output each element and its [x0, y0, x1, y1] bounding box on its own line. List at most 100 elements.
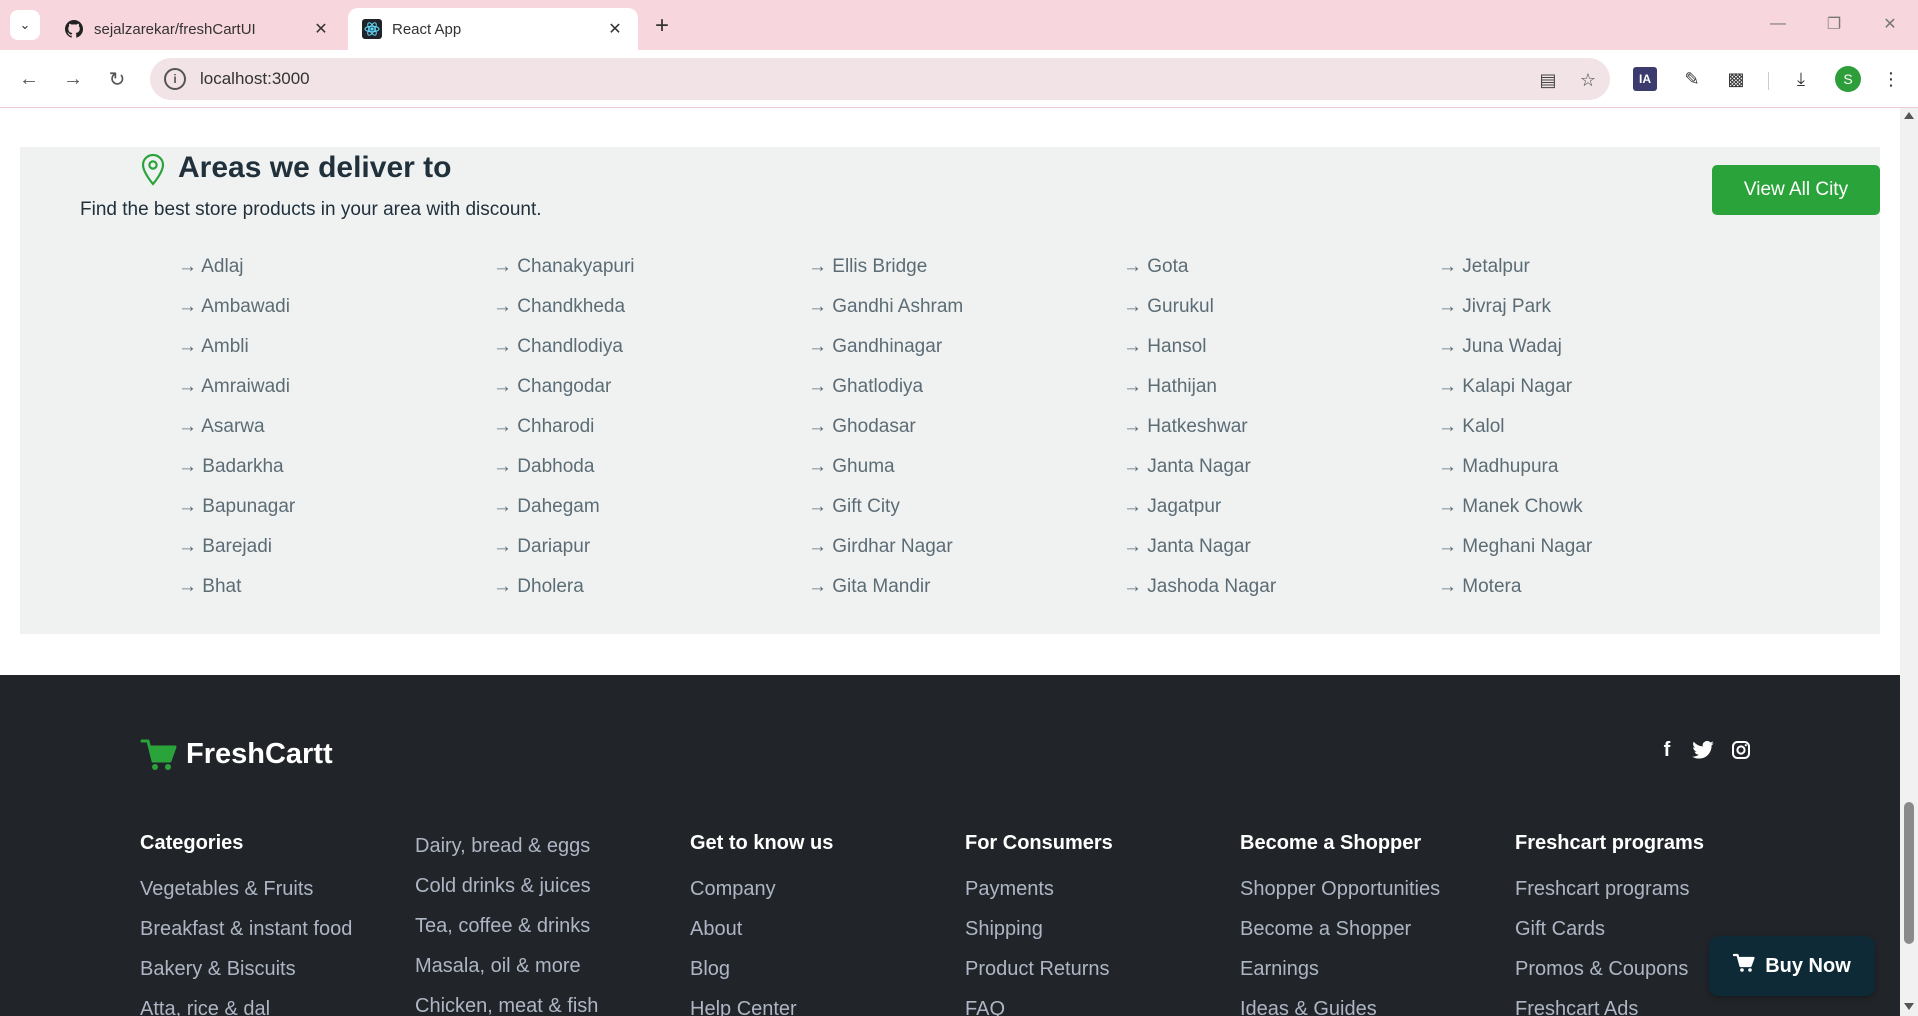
- forward-icon[interactable]: →: [58, 64, 88, 94]
- address-bar[interactable]: i localhost:3000 ▤ ☆: [150, 58, 1610, 100]
- footer-link[interactable]: Shopper Opportunities: [1240, 878, 1500, 918]
- footer-link[interactable]: Cold drinks & juices: [415, 875, 675, 915]
- city-link[interactable]: → Chandkheda: [493, 296, 808, 336]
- city-link[interactable]: → Gandhi Ashram: [808, 296, 1123, 336]
- footer-link[interactable]: Blog: [690, 958, 950, 998]
- instagram-icon[interactable]: [1728, 737, 1754, 763]
- footer-link[interactable]: FAQ: [965, 998, 1225, 1016]
- city-link[interactable]: → Badarkha: [178, 456, 493, 496]
- city-link[interactable]: → Ambawadi: [178, 296, 493, 336]
- city-link[interactable]: → Ambli: [178, 336, 493, 376]
- footer-link[interactable]: Bakery & Biscuits: [140, 958, 400, 998]
- city-link[interactable]: → Dabhoda: [493, 456, 808, 496]
- city-link[interactable]: → Ghatlodiya: [808, 376, 1123, 416]
- ia-extension-icon[interactable]: IA: [1633, 67, 1657, 91]
- city-link[interactable]: → Ellis Bridge: [808, 256, 1123, 296]
- city-link[interactable]: → Kalapi Nagar: [1438, 376, 1753, 416]
- city-link[interactable]: → Ghodasar: [808, 416, 1123, 456]
- scrollbar-thumb[interactable]: [1904, 802, 1914, 944]
- window-close-icon[interactable]: ✕: [1870, 8, 1910, 40]
- footer-link[interactable]: Freshcart Ads: [1515, 998, 1775, 1016]
- city-link[interactable]: → Gurukul: [1123, 296, 1438, 336]
- scroll-down-icon[interactable]: [1904, 1003, 1914, 1010]
- close-icon[interactable]: ✕: [310, 18, 332, 40]
- footer-link[interactable]: Chicken, meat & fish: [415, 995, 675, 1016]
- city-link[interactable]: → Dahegam: [493, 496, 808, 536]
- footer-brand[interactable]: FreshCartt: [140, 735, 333, 773]
- city-link[interactable]: → Hansol: [1123, 336, 1438, 376]
- city-link[interactable]: → Dariapur: [493, 536, 808, 576]
- footer-link[interactable]: Payments: [965, 878, 1225, 918]
- tab-react-app[interactable]: React App ✕: [348, 8, 638, 50]
- city-link[interactable]: → Chanakyapuri: [493, 256, 808, 296]
- footer-link[interactable]: Masala, oil & more: [415, 955, 675, 995]
- city-link[interactable]: → Bapunagar: [178, 496, 493, 536]
- city-link[interactable]: → Jashoda Nagar: [1123, 576, 1438, 616]
- city-link[interactable]: → Gita Mandir: [808, 576, 1123, 616]
- city-link[interactable]: → Barejadi: [178, 536, 493, 576]
- city-link[interactable]: → Jetalpur: [1438, 256, 1753, 296]
- tab-github[interactable]: sejalzarekar/freshCartUI ✕: [50, 8, 344, 50]
- city-link[interactable]: → Hatkeshwar: [1123, 416, 1438, 456]
- city-link[interactable]: → Bhat: [178, 576, 493, 616]
- site-info-icon[interactable]: i: [164, 68, 186, 90]
- footer-link[interactable]: Vegetables & Fruits: [140, 878, 400, 918]
- city-link[interactable]: → Manek Chowk: [1438, 496, 1753, 536]
- footer-link[interactable]: Atta, rice & dal: [140, 998, 400, 1016]
- install-app-icon[interactable]: ▤: [1536, 68, 1560, 92]
- reload-icon[interactable]: ↻: [102, 64, 132, 94]
- city-link[interactable]: → Dholera: [493, 576, 808, 616]
- back-icon[interactable]: ←: [14, 64, 44, 94]
- city-link[interactable]: → Ghuma: [808, 456, 1123, 496]
- city-link[interactable]: → Adlaj: [178, 256, 493, 296]
- minimize-icon[interactable]: —: [1758, 8, 1798, 40]
- eyedropper-icon[interactable]: ✎: [1677, 64, 1707, 94]
- city-link[interactable]: → Changodar: [493, 376, 808, 416]
- bookmark-star-icon[interactable]: ☆: [1576, 68, 1600, 92]
- city-link[interactable]: → Amraiwadi: [178, 376, 493, 416]
- city-link[interactable]: → Madhupura: [1438, 456, 1753, 496]
- city-link[interactable]: → Janta Nagar: [1123, 536, 1438, 576]
- city-link[interactable]: → Juna Wadaj: [1438, 336, 1753, 376]
- city-link[interactable]: → Chandlodiya: [493, 336, 808, 376]
- city-link[interactable]: → Hathijan: [1123, 376, 1438, 416]
- facebook-icon[interactable]: f: [1654, 737, 1680, 763]
- footer-link[interactable]: Breakfast & instant food: [140, 918, 400, 958]
- profile-avatar[interactable]: S: [1835, 66, 1861, 92]
- footer-link[interactable]: Ideas & Guides: [1240, 998, 1500, 1016]
- page-scrollbar[interactable]: [1900, 108, 1918, 1016]
- city-link[interactable]: → Girdhar Nagar: [808, 536, 1123, 576]
- chrome-menu-icon[interactable]: ⋮: [1876, 64, 1906, 94]
- new-tab-icon[interactable]: +: [648, 12, 676, 40]
- twitter-icon[interactable]: [1690, 737, 1716, 763]
- footer-link[interactable]: Dairy, bread & eggs: [415, 835, 675, 875]
- city-link[interactable]: → Kalol: [1438, 416, 1753, 456]
- footer-link[interactable]: Help Center: [690, 998, 950, 1016]
- buy-now-button[interactable]: Buy Now: [1709, 936, 1875, 996]
- city-link[interactable]: → Janta Nagar: [1123, 456, 1438, 496]
- city-link[interactable]: → Asarwa: [178, 416, 493, 456]
- extensions-puzzle-icon[interactable]: ▩: [1721, 64, 1751, 94]
- close-icon[interactable]: ✕: [604, 18, 626, 40]
- footer-link[interactable]: Freshcart programs: [1515, 878, 1775, 918]
- city-link[interactable]: → Jivraj Park: [1438, 296, 1753, 336]
- footer-link[interactable]: Shipping: [965, 918, 1225, 958]
- footer-link[interactable]: Tea, coffee & drinks: [415, 915, 675, 955]
- city-link[interactable]: → Gandhinagar: [808, 336, 1123, 376]
- footer-link[interactable]: Company: [690, 878, 950, 918]
- scroll-up-icon[interactable]: [1904, 112, 1914, 119]
- city-link[interactable]: → Meghani Nagar: [1438, 536, 1753, 576]
- view-all-city-button[interactable]: View All City: [1712, 165, 1880, 215]
- footer-link[interactable]: About: [690, 918, 950, 958]
- footer-link[interactable]: Product Returns: [965, 958, 1225, 998]
- city-link[interactable]: → Motera: [1438, 576, 1753, 616]
- restore-icon[interactable]: ❐: [1814, 8, 1854, 40]
- footer-link[interactable]: Become a Shopper: [1240, 918, 1500, 958]
- city-link[interactable]: → Gota: [1123, 256, 1438, 296]
- city-link[interactable]: → Jagatpur: [1123, 496, 1438, 536]
- city-link[interactable]: → Chharodi: [493, 416, 808, 456]
- footer-link[interactable]: Earnings: [1240, 958, 1500, 998]
- tab-search-chevron-icon[interactable]: ⌄: [10, 10, 40, 40]
- city-link[interactable]: → Gift City: [808, 496, 1123, 536]
- download-icon[interactable]: ⤓: [1786, 64, 1816, 94]
